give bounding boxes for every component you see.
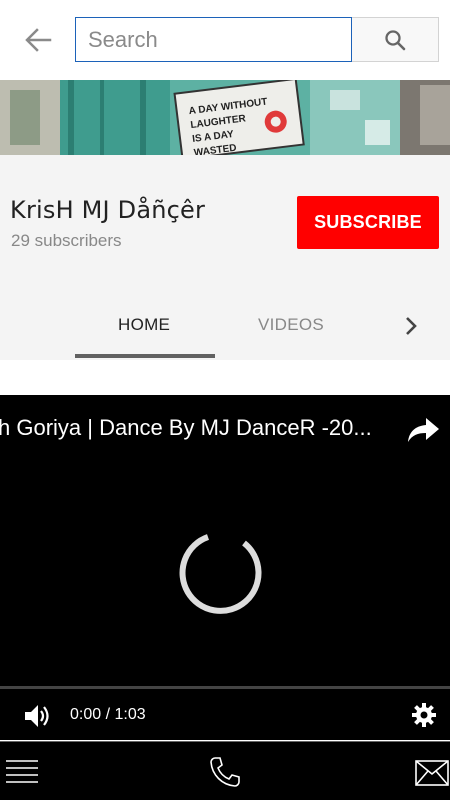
progress-bar[interactable] xyxy=(0,686,450,689)
magnifier-icon xyxy=(385,29,406,50)
loading-spinner xyxy=(179,534,262,614)
arrow-left-icon xyxy=(25,28,52,52)
channel-banner: A DAY WITHOUT LAUGHTER IS A DAY WASTED xyxy=(0,80,450,155)
back-button[interactable] xyxy=(18,22,58,58)
bottom-bar xyxy=(0,741,450,800)
share-arrow-icon xyxy=(408,418,439,442)
speaker-icon xyxy=(25,705,49,727)
settings-button[interactable] xyxy=(410,701,438,729)
mail-button[interactable] xyxy=(415,760,449,786)
chevron-right-icon xyxy=(406,317,417,335)
phone-button[interactable] xyxy=(208,755,242,789)
gear-icon xyxy=(412,703,436,727)
search-bar xyxy=(75,17,439,62)
phone-icon xyxy=(210,757,240,787)
search-input[interactable] xyxy=(75,17,352,62)
channel-header: KrisH MJ Dåñçêr 29 subscribers SUBSCRIBE… xyxy=(0,155,450,360)
banner-image: A DAY WITHOUT LAUGHTER IS A DAY WASTED xyxy=(0,80,450,155)
tabs-next-button[interactable] xyxy=(398,312,424,340)
subscriber-count: 29 subscribers xyxy=(11,231,122,250)
share-button[interactable] xyxy=(406,415,442,445)
search-button[interactable] xyxy=(352,17,439,62)
volume-button[interactable] xyxy=(22,701,52,731)
channel-name: KrisH MJ Dåñçêr xyxy=(10,196,206,224)
subscribe-button[interactable]: SUBSCRIBE xyxy=(297,196,439,249)
tab-home[interactable]: HOME xyxy=(118,315,170,335)
hamburger-icon xyxy=(6,760,38,783)
top-bar xyxy=(0,0,450,80)
time-display: 0:00 / 1:03 xyxy=(70,706,146,723)
app-root: A DAY WITHOUT LAUGHTER IS A DAY WASTED K… xyxy=(0,0,450,800)
channel-tabs: HOME VIDEOS xyxy=(0,300,450,360)
video-title: h Goriya | Dance By MJ DanceR -20... xyxy=(0,415,372,440)
menu-button[interactable] xyxy=(6,758,38,786)
envelope-icon xyxy=(415,760,449,786)
video-player[interactable]: h Goriya | Dance By MJ DanceR -20... 0:0… xyxy=(0,395,450,740)
active-tab-indicator xyxy=(75,354,215,358)
tab-videos[interactable]: VIDEOS xyxy=(258,315,324,335)
